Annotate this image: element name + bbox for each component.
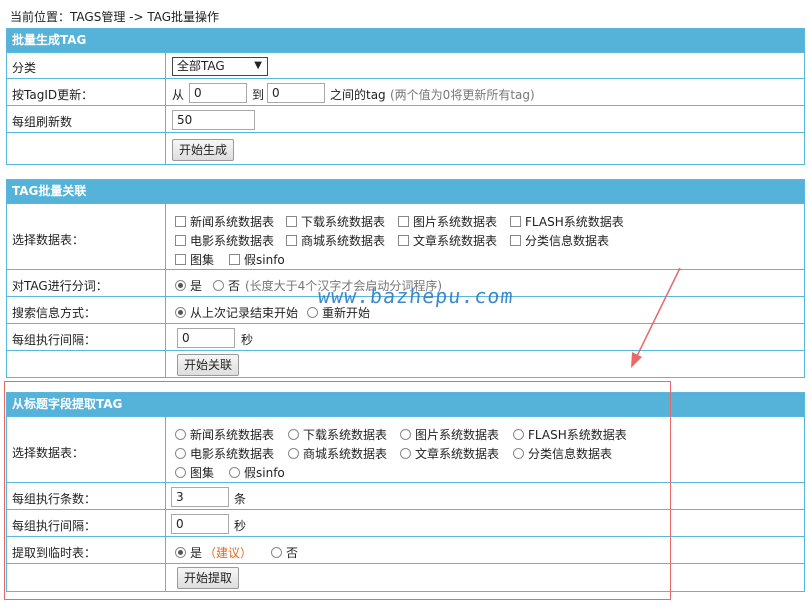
arrow-head-icon	[631, 352, 642, 368]
watermark: www.bazhepu.com	[316, 284, 515, 308]
